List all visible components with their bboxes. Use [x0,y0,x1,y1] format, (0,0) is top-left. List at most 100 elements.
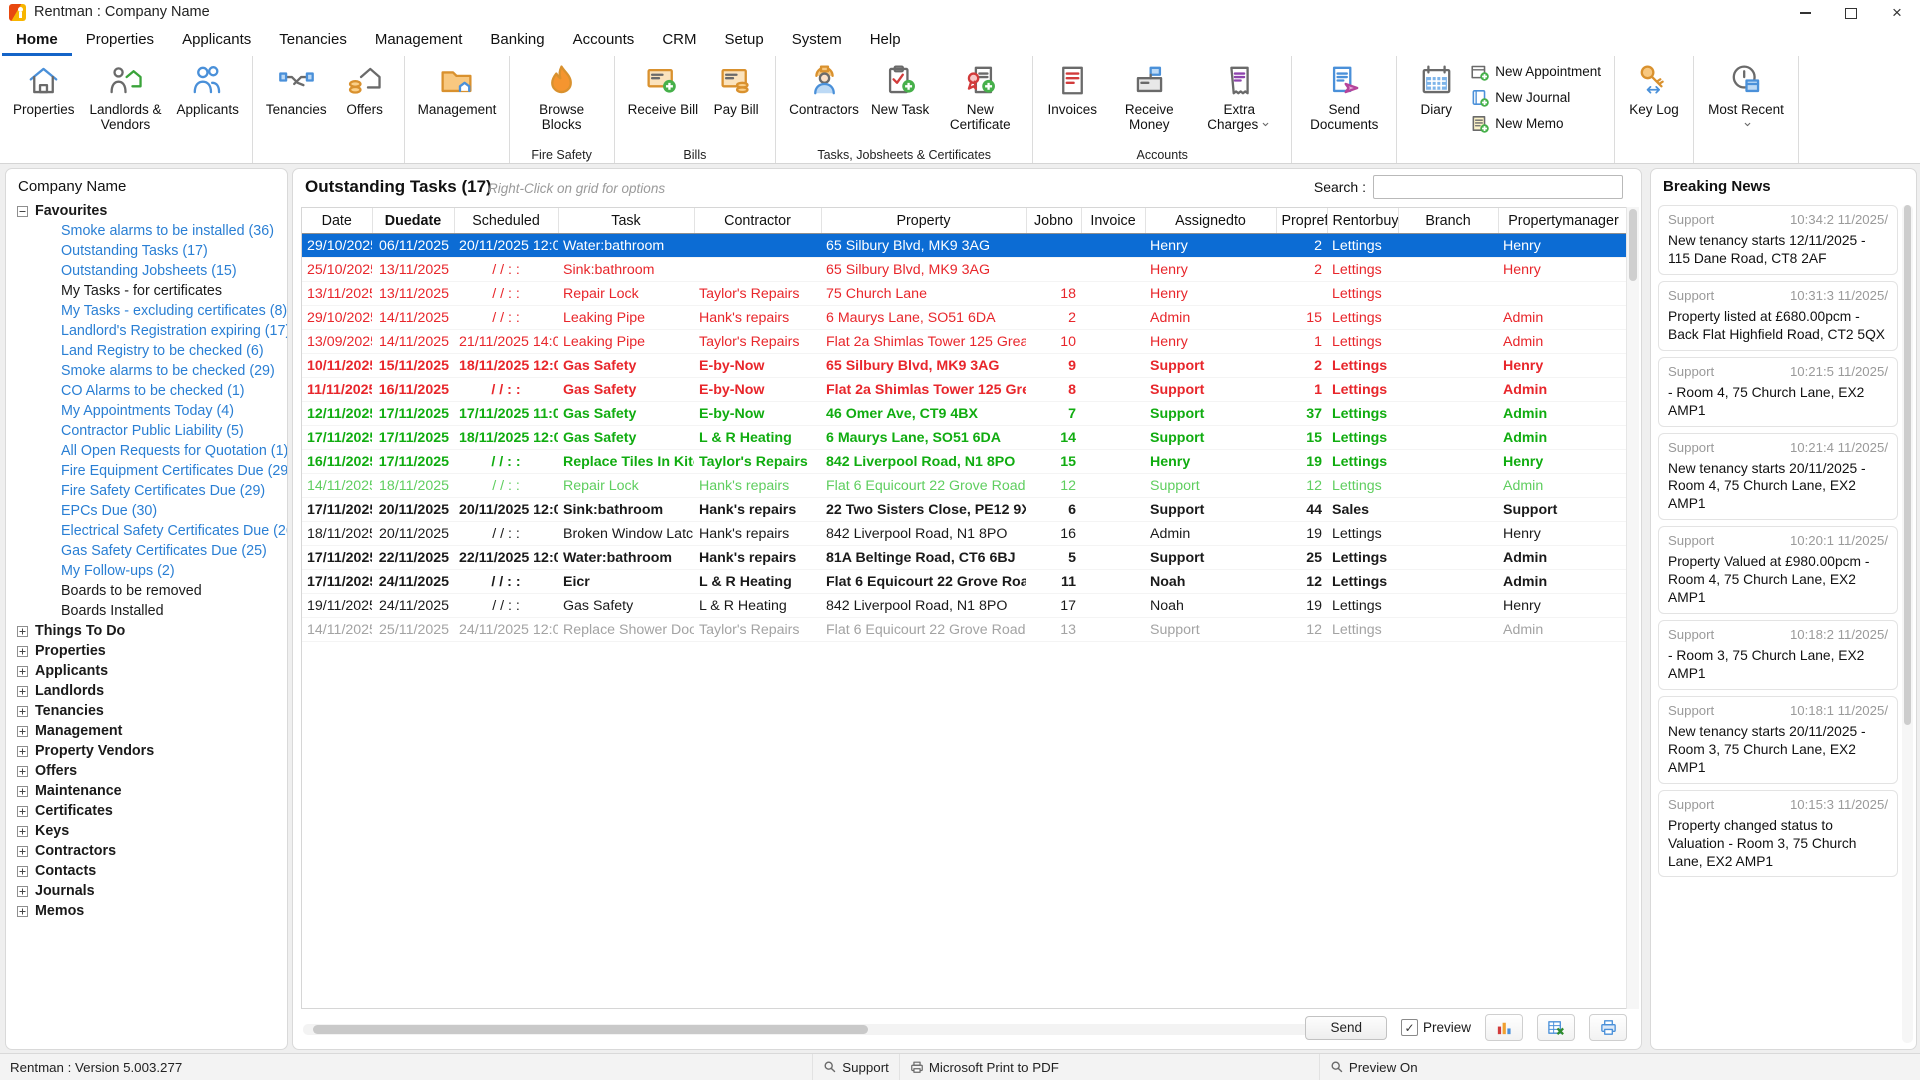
task-cell-jobno[interactable]: 12 [1026,474,1081,498]
task-cell-propref[interactable]: 1 [1276,330,1327,354]
task-cell-assignedto[interactable]: Henry [1145,450,1276,474]
task-cell-invoice[interactable] [1081,546,1145,570]
task-cell-invoice[interactable] [1081,378,1145,402]
task-cell-invoice[interactable] [1081,570,1145,594]
task-cell-invoice[interactable] [1081,234,1145,258]
task-cell-propref[interactable]: 15 [1276,306,1327,330]
task-cell-pm[interactable]: Admin [1498,546,1629,570]
sidebar-item-boards-installed[interactable]: Boards Installed [6,601,287,621]
ribbon-extra-charges[interactable]: Extra Charges [1194,60,1284,134]
task-cell-branch[interactable] [1398,450,1498,474]
task-cell-scheduled[interactable]: / / : : [454,258,558,282]
expand-icon[interactable] [17,866,28,877]
task-cell-branch[interactable] [1398,594,1498,618]
task-row[interactable]: 13/11/202513/11/2025/ / : :Repair LockTa… [302,282,1629,306]
task-cell-rentorbuy[interactable]: Lettings [1327,426,1398,450]
task-cell-date[interactable]: 14/11/2025 [302,474,372,498]
task-row[interactable]: 17/11/202522/11/202522/11/2025 12:00Wate… [302,546,1629,570]
task-cell-date[interactable]: 17/11/2025 [302,498,372,522]
task-cell-task[interactable]: Gas Safety [558,402,694,426]
task-cell-property[interactable]: Flat 2a Shimlas Tower 125 Great H [821,330,1026,354]
task-cell-date[interactable]: 25/10/2025 [302,258,372,282]
ribbon-properties[interactable]: Properties [7,60,81,119]
task-cell-date[interactable]: 17/11/2025 [302,426,372,450]
ribbon-management[interactable]: Management [412,60,502,119]
task-cell-task[interactable]: Gas Safety [558,378,694,402]
task-cell-property[interactable]: Flat 6 Equicourt 22 Grove Road, Bl [821,618,1026,642]
sidebar-item-my-tasks-excluding-certificates-8[interactable]: My Tasks - excluding certificates (8) [6,301,287,321]
task-cell-date[interactable]: 19/11/2025 [302,594,372,618]
ribbon-contractors[interactable]: Contractors [783,60,865,119]
expand-icon[interactable] [17,706,28,717]
preview-checkbox[interactable]: ✓ [1401,1019,1418,1036]
news-scrollbar[interactable] [1902,205,1913,1043]
task-cell-property[interactable]: 65 Silbury Blvd, MK9 3AG [821,354,1026,378]
ribbon-offers[interactable]: Offers [333,60,397,119]
task-cell-assignedto[interactable]: Support [1145,474,1276,498]
task-cell-contractor[interactable]: L & R Heating [694,570,821,594]
task-cell-date[interactable]: 18/11/2025 [302,522,372,546]
task-cell-scheduled[interactable]: / / : : [454,522,558,546]
task-cell-duedate[interactable]: 20/11/2025 [372,522,454,546]
task-cell-rentorbuy[interactable]: Lettings [1327,234,1398,258]
task-cell-date[interactable]: 16/11/2025 [302,450,372,474]
menu-management[interactable]: Management [361,26,477,56]
task-cell-jobno[interactable]: 7 [1026,402,1081,426]
task-cell-rentorbuy[interactable]: Lettings [1327,330,1398,354]
status-preview-on[interactable]: Preview On [1319,1054,1428,1080]
task-cell-contractor[interactable]: Hank's repairs [694,474,821,498]
news-item[interactable]: Support/11/2025 10:15:3Property changed … [1658,790,1898,878]
column-header-contractor[interactable]: Contractor [694,208,821,234]
menu-home[interactable]: Home [2,26,72,56]
task-cell-date[interactable]: 11/11/2025 [302,378,372,402]
ribbon-most-recent[interactable]: Most Recent [1701,60,1791,134]
task-cell-propref[interactable]: 12 [1276,570,1327,594]
task-cell-contractor[interactable] [694,234,821,258]
task-cell-pm[interactable]: Admin [1498,426,1629,450]
task-cell-jobno[interactable]: 14 [1026,426,1081,450]
column-header-duedate[interactable]: Duedate [372,208,454,234]
task-cell-propref[interactable]: 19 [1276,522,1327,546]
task-cell-propref[interactable]: 44 [1276,498,1327,522]
task-cell-branch[interactable] [1398,402,1498,426]
task-cell-invoice[interactable] [1081,522,1145,546]
task-cell-propref[interactable]: 25 [1276,546,1327,570]
task-cell-scheduled[interactable]: / / : : [454,282,558,306]
status-printer[interactable]: Microsoft Print to PDF [899,1054,1069,1080]
task-cell-branch[interactable] [1398,570,1498,594]
ribbon-new-task[interactable]: New Task [865,60,935,119]
task-cell-task[interactable]: Broken Window Latch [558,522,694,546]
task-cell-pm[interactable]: Admin [1498,402,1629,426]
task-row[interactable]: 14/11/202518/11/2025/ / : :Repair LockHa… [302,474,1629,498]
task-cell-assignedto[interactable]: Support [1145,402,1276,426]
sidebar-item-outstanding-jobsheets-15[interactable]: Outstanding Jobsheets (15) [6,261,287,281]
task-cell-jobno[interactable] [1026,234,1081,258]
task-cell-jobno[interactable]: 8 [1026,378,1081,402]
task-cell-date[interactable]: 17/11/2025 [302,546,372,570]
task-cell-property[interactable]: Flat 6 Equicourt 22 Grove Road, [821,570,1026,594]
task-cell-contractor[interactable] [694,258,821,282]
column-header-propref[interactable]: Propref [1276,208,1327,234]
sidebar-item-land-registry-to-be-checked-6[interactable]: Land Registry to be checked (6) [6,341,287,361]
task-cell-assignedto[interactable]: Henry [1145,258,1276,282]
task-cell-invoice[interactable] [1081,594,1145,618]
task-cell-rentorbuy[interactable]: Lettings [1327,522,1398,546]
collapse-icon[interactable] [17,206,28,217]
sidebar-item-electrical-safety-certificates-due-26[interactable]: Electrical Safety Certificates Due (26) [6,521,287,541]
expand-icon[interactable] [17,626,28,637]
task-cell-duedate[interactable]: 06/11/2025 [372,234,454,258]
task-cell-jobno[interactable]: 11 [1026,570,1081,594]
task-cell-contractor[interactable]: Taylor's Repairs [694,282,821,306]
sidebar-section-tenancies[interactable]: Tenancies [6,701,287,721]
task-cell-task[interactable]: Leaking Pipe [558,306,694,330]
task-cell-date[interactable]: 12/11/2025 [302,402,372,426]
task-cell-property[interactable]: 6 Maurys Lane, SO51 6DA [821,306,1026,330]
news-item[interactable]: Support/11/2025 10:21:5- Room 4, 75 Chur… [1658,357,1898,427]
task-cell-contractor[interactable]: Hank's repairs [694,498,821,522]
news-item[interactable]: Support/11/2025 10:34:2New tenancy start… [1658,205,1898,275]
task-cell-pm[interactable]: Henry [1498,522,1629,546]
task-row[interactable]: 10/11/202515/11/202518/11/2025 12:00Gas … [302,354,1629,378]
task-cell-assignedto[interactable]: Noah [1145,570,1276,594]
task-cell-duedate[interactable]: 13/11/2025 [372,258,454,282]
task-cell-jobno[interactable] [1026,258,1081,282]
